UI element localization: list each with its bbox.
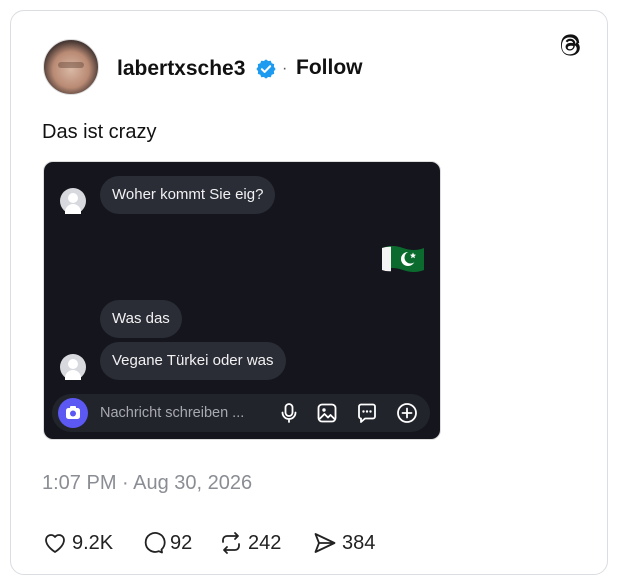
reply-button[interactable]: 92 [140,529,192,557]
username[interactable]: labertxsche3 [117,57,245,81]
add-icon[interactable] [396,402,418,424]
threads-icon[interactable] [556,31,584,59]
avatar-detail [58,62,84,68]
reply-count: 92 [170,531,193,554]
post-text: Das ist crazy [42,121,157,143]
camera-button[interactable] [58,398,88,428]
microphone-icon[interactable] [278,402,300,424]
heart-icon [45,534,65,553]
post-card: labertxsche3 · Follow Das ist crazy Wohe… [10,10,608,575]
pakistan-flag-emoji [382,246,424,272]
share-count: 384 [342,531,376,554]
comment-icon [144,532,166,554]
contact-avatar [60,354,86,380]
message-composer[interactable]: Nachricht schreiben ... [52,394,430,432]
like-count: 9.2K [72,531,114,554]
repost-button[interactable]: 242 [218,529,281,557]
message-bubble: Woher kommt Sie eig? [100,176,276,214]
follow-button[interactable]: Follow [296,56,363,80]
repost-count: 242 [248,531,282,554]
share-button[interactable]: 384 [312,529,375,557]
verified-badge-icon [256,59,276,79]
like-button[interactable]: 9.2K [42,529,113,557]
camera-icon [66,406,80,419]
message-bubble: Vegane Türkei oder was [100,342,286,380]
chat-screenshot[interactable]: Woher kommt Sie eig? Was das Vegane Türk… [43,161,441,440]
repost-icon [222,532,240,554]
contact-avatar [60,188,86,214]
avatar[interactable] [43,39,99,95]
separator-dot: · [282,60,288,77]
sticker-icon[interactable] [356,402,378,424]
message-input[interactable]: Nachricht schreiben ... [100,394,244,432]
post-timestamp[interactable]: 1:07 PM · Aug 30, 2026 [42,472,252,495]
image-icon[interactable] [316,402,338,424]
message-bubble: Was das [100,300,182,338]
send-icon [314,533,336,553]
